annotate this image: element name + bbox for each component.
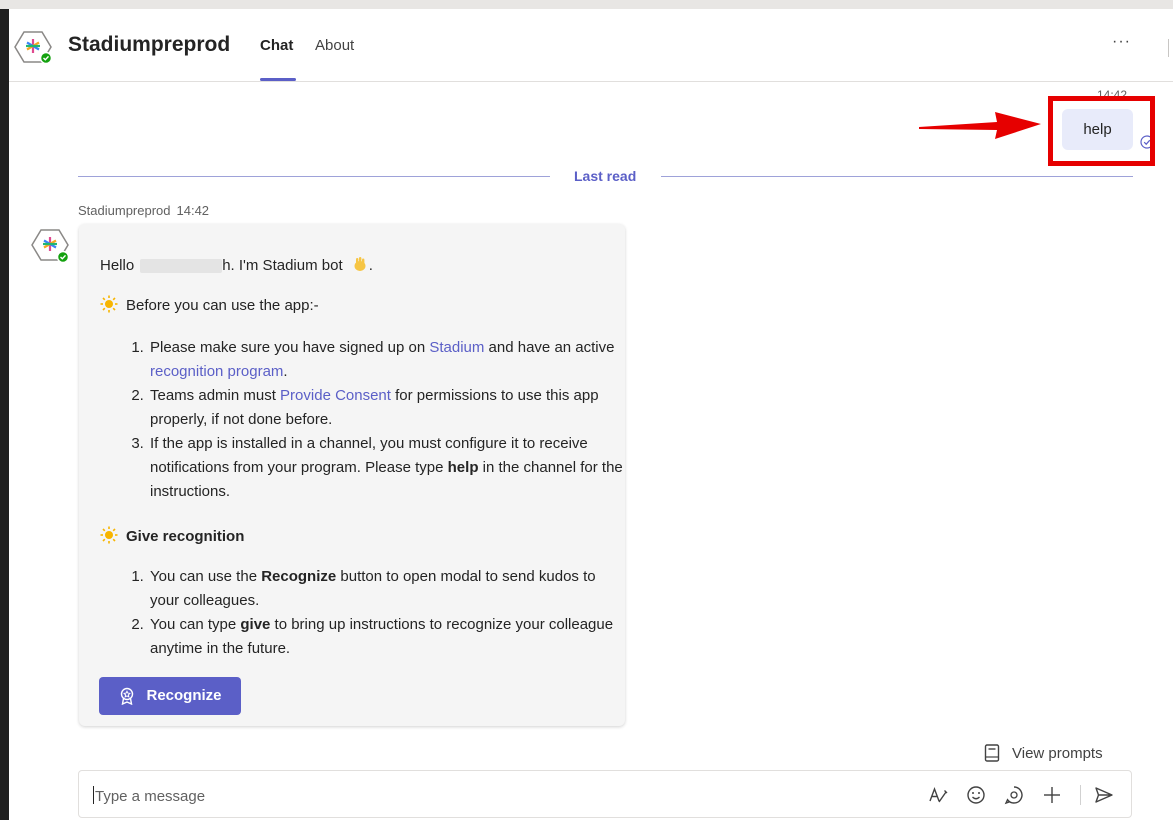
list-item: Teams admin must Provide Consent for per… bbox=[148, 384, 628, 432]
award-icon bbox=[121, 687, 134, 705]
window-top-strip bbox=[0, 0, 1173, 9]
list-text: Teams admin must bbox=[150, 387, 281, 404]
last-read-line-right bbox=[661, 176, 1133, 177]
tab-chat[interactable]: Chat bbox=[260, 37, 293, 54]
bot-adaptive-card: Hello h. I'm Stadium bot . Before you can… bbox=[79, 224, 625, 726]
red-arrow-icon bbox=[919, 112, 1041, 139]
redacted-username bbox=[140, 259, 223, 274]
header-divider bbox=[1168, 39, 1169, 57]
sun-icon bbox=[100, 526, 118, 544]
list-item: You can type give to bring up instructio… bbox=[148, 613, 628, 661]
bot-message-meta: Stadiumpreprod 14:42 bbox=[78, 203, 209, 218]
section-before-use: Before you can use the app:- bbox=[100, 294, 319, 318]
waving-hand-icon bbox=[354, 257, 366, 271]
bot-sender-name: Stadiumpreprod bbox=[78, 203, 171, 218]
teams-app-window: Stadiumpreprod Chat About ··· 14:42 help… bbox=[9, 9, 1173, 820]
greeting-suffix: h. I'm Stadium bot bbox=[222, 257, 343, 274]
last-read-line-left bbox=[78, 176, 550, 177]
greeting-prefix: Hello bbox=[100, 257, 135, 274]
list-text: Please make sure you have signed up on bbox=[150, 339, 430, 356]
app-title: Stadiumpreprod bbox=[68, 33, 231, 56]
last-read-label: Last read bbox=[574, 168, 637, 184]
view-prompts-label: View prompts bbox=[1012, 744, 1103, 762]
section-before-use-title: Before you can use the app:- bbox=[126, 297, 319, 314]
message-composer bbox=[78, 770, 1132, 818]
send-icon[interactable] bbox=[1093, 784, 1115, 806]
list-item: Please make sure you have signed up on S… bbox=[148, 336, 628, 384]
recognize-button-label: Recognize bbox=[146, 687, 222, 704]
provide-consent-link[interactable]: Provide Consent bbox=[280, 387, 391, 404]
emoji-icon[interactable] bbox=[965, 784, 987, 806]
app-header: Stadiumpreprod Chat About ··· bbox=[9, 9, 1173, 82]
section-give-recognition-title: Give recognition bbox=[126, 528, 245, 545]
sun-icon bbox=[100, 295, 118, 313]
list-text: and have an active bbox=[484, 339, 615, 356]
recognition-steps-list: You can use the Recognize button to open… bbox=[100, 565, 628, 661]
greeting-period: . bbox=[368, 257, 373, 274]
list-text: You can type bbox=[150, 616, 241, 633]
more-options-button[interactable]: ··· bbox=[1112, 33, 1131, 51]
bold-keyword: Recognize bbox=[261, 568, 337, 585]
format-icon[interactable] bbox=[927, 784, 949, 806]
bot-avatar-icon bbox=[31, 229, 70, 264]
stadium-link[interactable]: Stadium bbox=[429, 339, 484, 356]
bold-keyword: give bbox=[240, 616, 271, 633]
greeting-line: Hello h. I'm Stadium bot . bbox=[100, 254, 373, 278]
loop-icon[interactable] bbox=[1003, 784, 1025, 806]
recognition-program-link[interactable]: recognition program bbox=[150, 363, 283, 380]
list-item: If the app is installed in a channel, yo… bbox=[148, 432, 628, 504]
section-give-recognition: Give recognition bbox=[100, 525, 244, 549]
text-cursor bbox=[93, 786, 94, 804]
list-text: . bbox=[283, 363, 288, 380]
notebook-icon bbox=[984, 744, 1000, 762]
composer-divider bbox=[1080, 785, 1081, 805]
setup-steps-list: Please make sure you have signed up on S… bbox=[100, 336, 628, 504]
highlight-box bbox=[1048, 96, 1155, 166]
list-item: You can use the Recognize button to open… bbox=[148, 565, 628, 613]
add-icon[interactable] bbox=[1041, 784, 1063, 806]
bot-message-time: 14:42 bbox=[176, 203, 210, 218]
view-prompts-button[interactable]: View prompts bbox=[984, 744, 1103, 762]
list-text: You can use the bbox=[150, 568, 262, 585]
active-tab-indicator bbox=[260, 78, 296, 81]
message-input[interactable] bbox=[93, 783, 817, 809]
tab-about[interactable]: About bbox=[315, 37, 354, 54]
bold-keyword: help bbox=[447, 459, 479, 476]
recognize-button[interactable]: Recognize bbox=[99, 677, 241, 715]
app-logo-icon bbox=[14, 31, 52, 64]
